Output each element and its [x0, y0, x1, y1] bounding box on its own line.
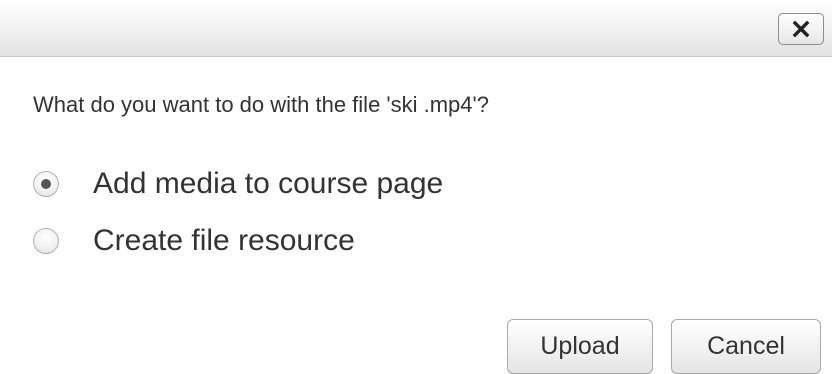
radio-add-media[interactable] — [33, 171, 59, 197]
close-button[interactable] — [778, 13, 824, 45]
option-add-media[interactable]: Add media to course page — [33, 164, 443, 204]
option-create-file-resource[interactable]: Create file resource — [33, 221, 355, 261]
option-label: Create file resource — [93, 224, 355, 257]
radio-create-file-resource[interactable] — [33, 228, 59, 254]
option-label: Add media to course page — [93, 167, 444, 200]
dialog-question: What do you want to do with the file 'sk… — [33, 92, 489, 117]
cancel-button[interactable]: Cancel — [671, 319, 821, 374]
radio-dot — [41, 179, 51, 189]
dialog-titlebar — [0, 0, 832, 57]
upload-dialog: What do you want to do with the file 'sk… — [0, 0, 832, 374]
close-icon — [792, 20, 810, 38]
upload-button[interactable]: Upload — [507, 319, 653, 374]
